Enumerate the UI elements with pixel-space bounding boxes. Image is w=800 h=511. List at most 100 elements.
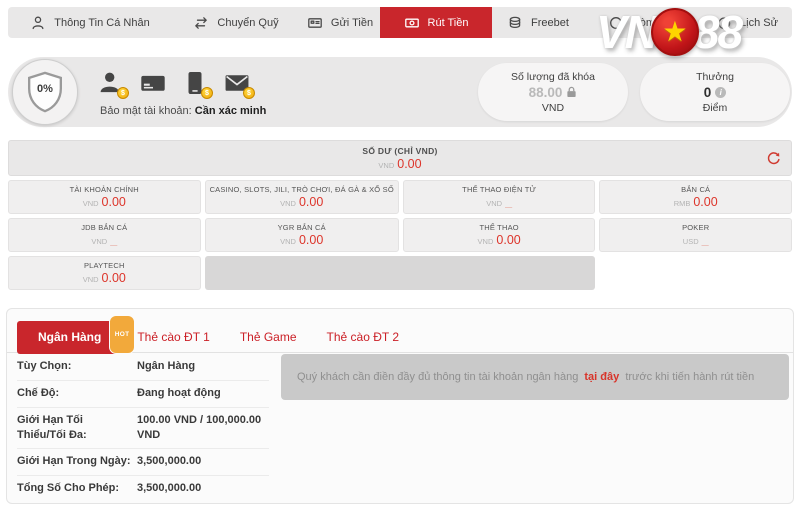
verification-icons [98,70,250,96]
detail-value: Ngân Hàng [137,359,269,374]
wallet-value: 0.00 [693,195,717,209]
wallet-cell-poker: POKER USD_ [599,218,792,252]
coin-badge-icon [201,87,213,99]
wallet-value: 0.00 [299,195,323,209]
coin-badge-icon [117,87,129,99]
detail-label: Tùy Chọn: [17,359,137,374]
total-balance-title: SỐ DƯ (CHỈ VND) [362,146,437,156]
wallet-label: PLAYTECH [84,261,125,270]
tab-label: Thẻ Game [240,330,297,344]
wallet-label: JDB BẮN CÁ [81,223,127,232]
nav-item-history[interactable]: Lịch Sử [702,7,792,38]
verify-identity-item[interactable] [98,70,124,96]
wallet-value: 0.00 [102,195,126,209]
wallet-label: BẮN CÁ [681,185,710,194]
nav-item-transfer-funds[interactable]: Chuyển Quỹ [172,7,300,38]
balance-section: SỐ DƯ (CHỈ VND) VND 0.00 TÀI KHOẢN CHÍNH… [8,140,792,290]
wallet-currency: VND [83,275,99,284]
security-percent: 0% [23,83,67,95]
security-caption-status: Cần xác minh [195,105,267,117]
hot-badge: HOT [109,315,136,354]
bank-card-icon [140,70,166,96]
bonus-value: 0 [704,85,712,100]
coins-icon [507,15,523,31]
detail-label: Chế Độ: [17,386,137,401]
transfer-icon [193,15,209,31]
wallet-value: _ [110,233,117,247]
detail-value: 3,500,000.00 [137,454,269,469]
nav-item-deposit[interactable]: Gửi Tiền [300,7,380,38]
nav-item-label: Chuyển Quỹ [217,17,278,29]
wallet-cell-sports: THỂ THAO VND0.00 [403,218,596,252]
wallet-cell-esports: THỂ THAO ĐIỆN TỬ VND_ [403,180,596,214]
verify-phone-item[interactable] [182,70,208,96]
wallet-value: _ [505,195,512,209]
wallet-cell-casino: CASINO, SLOTS, JILI, TRÒ CHƠI, ĐÁ GÀ & X… [205,180,399,214]
bank-info-notice: Quý khách cần điền đầy đủ thông tin tài … [281,354,789,400]
wallet-label: CASINO, SLOTS, JILI, TRÒ CHƠI, ĐÁ GÀ & X… [210,185,394,194]
wallet-currency: VND [280,237,296,246]
refresh-icon[interactable] [766,151,781,166]
bank-info-link[interactable]: tại đây [584,371,619,383]
detail-value: 100.00 VND / 100,000.00 VND [137,413,269,443]
security-strip: 0% [8,57,792,127]
wallet-currency: RMB [674,199,691,208]
empty-wallet-strip [205,256,596,290]
nav-item-withdraw[interactable]: Rút Tiền [380,7,492,38]
wallet-currency: VND [486,199,502,208]
notice-prefix: Quý khách cần điền đầy đủ thông tin tài … [297,371,578,383]
wallet-cell-main: TÀI KHOẢN CHÍNH VND0.00 [8,180,201,214]
tab-bank[interactable]: Ngân Hàng HOT [17,321,122,354]
nav-item-personal-info[interactable]: Thông Tin Cá Nhân [8,7,172,38]
history-icon [716,15,732,31]
tab-label: Thẻ cào ĐT 1 [137,330,209,344]
wallet-cell-ygr-fishing: YGR BẮN CÁ VND0.00 [205,218,399,252]
total-balance-currency: VND [378,161,394,170]
info-icon[interactable]: i [715,87,726,98]
bonus-title: Thưởng [696,71,734,83]
wallet-label: TÀI KHOẢN CHÍNH [70,185,139,194]
wallet-label: THỂ THAO ĐIỆN TỬ [462,185,536,194]
withdraw-icon [404,15,420,31]
detail-value: 3,500,000.00 [137,481,269,496]
nav-item-label: Lịch Sử [740,17,778,29]
tab-game-card[interactable]: Thẻ Game [225,322,312,352]
withdraw-panel: Ngân Hàng HOT Thẻ cào ĐT 1 Thẻ Game Thẻ … [6,308,794,504]
wallet-currency: VND [280,199,296,208]
nav-item-freebet[interactable]: Freebet [492,7,584,38]
withdraw-method-tabs: Ngân Hàng HOT Thẻ cào ĐT 1 Thẻ Game Thẻ … [7,309,793,353]
detail-row-min-max-limit: Giới Hạn Tối Thiểu/Tối Đa: 100.00 VND / … [17,408,269,450]
wallet-label: THỂ THAO [479,223,518,232]
security-caption-prefix: Bảo mật tài khoản: [100,105,195,117]
wallet-grid: TÀI KHOẢN CHÍNH VND0.00 CASINO, SLOTS, J… [8,180,792,290]
nav-item-label: Rút Tiền [428,17,469,29]
wallet-cell-fishing: BẮN CÁ RMB0.00 [599,180,792,214]
wallet-value: _ [702,233,709,247]
circle-icon [608,15,624,31]
wallet-label: YGR BẮN CÁ [278,223,326,232]
tab-phone-card-2[interactable]: Thẻ cào ĐT 2 [312,322,414,352]
wallet-value: 0.00 [102,271,126,285]
wallet-currency: VND [478,237,494,246]
wallet-cell-jdb-fishing: JDB BẮN CÁ VND_ [8,218,201,252]
account-nav: Thông Tin Cá Nhân Chuyển Quỹ Gửi Tiền Rú… [8,7,792,38]
detail-row-option: Tùy Chọn: Ngân Hàng [17,354,269,381]
total-balance-value: 0.00 [397,157,421,171]
verify-bankcard-item[interactable] [140,70,166,96]
bonus-card: Thưởng 0 i Điểm [640,63,790,121]
lock-icon [566,86,577,98]
wallet-label: POKER [682,223,709,232]
detail-label: Tổng Số Cho Phép: [17,481,137,496]
tab-label: Ngân Hàng [38,330,101,344]
nav-item-mailbox[interactable]: Hòm Thư [584,7,702,38]
detail-value: Đang hoạt động [137,386,269,401]
wallet-cell-playtech: PLAYTECH VND0.00 [8,256,201,290]
notice-suffix: trước khi tiến hành rút tiền [625,371,754,383]
security-caption: Bảo mật tài khoản: Cần xác minh [100,105,266,117]
detail-label: Giới Hạn Tối Thiểu/Tối Đa: [17,413,137,443]
wallet-currency: USD [683,237,699,246]
tab-phone-card-1[interactable]: Thẻ cào ĐT 1 [122,322,224,352]
detail-row-daily-limit: Giới Hạn Trong Ngày: 3,500,000.00 [17,449,269,476]
locked-amount-card: Số lượng đã khóa 88.00 VND [478,63,628,121]
verify-email-item[interactable] [224,70,250,96]
